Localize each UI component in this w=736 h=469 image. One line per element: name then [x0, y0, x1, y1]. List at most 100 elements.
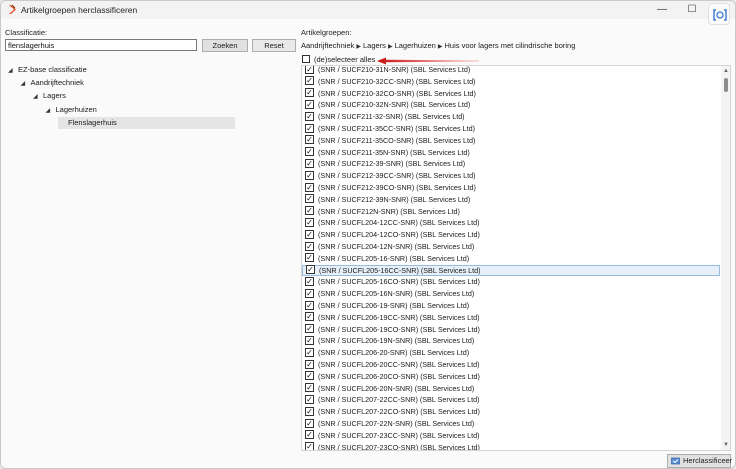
classificatie-search-input[interactable]: [5, 39, 197, 51]
checkbox-icon[interactable]: ✓: [305, 324, 314, 334]
list-item[interactable]: ✓ (SNR / SUCFL206-20CC-SNR) (SBL Services…: [302, 359, 720, 371]
checkbox-icon[interactable]: ✓: [305, 135, 314, 145]
artikelgroepen-list[interactable]: ✓ (SNR / SUCF210-31N-SNR) (SBL Services L…: [301, 65, 731, 451]
list-item[interactable]: ✓ (SNR / SUCFL205-16-SNR) (SBL Services L…: [302, 253, 720, 265]
list-item[interactable]: ✓ (SNR / SUCFL206-19-SNR) (SBL Services L…: [302, 300, 720, 312]
checkbox-icon[interactable]: ✓: [305, 147, 314, 157]
checkbox-icon[interactable]: ✓: [305, 229, 314, 239]
checkbox-icon[interactable]: ✓: [305, 371, 314, 381]
list-item[interactable]: ✓ (SNR / SUCF212-39N-SNR) (SBL Services L…: [302, 194, 720, 206]
checkbox-icon[interactable]: ✓: [305, 418, 314, 428]
checkbox-icon[interactable]: ✓: [305, 182, 314, 192]
list-item[interactable]: ✓ (SNR / SUCFL207-22CC-SNR) (SBL Services…: [302, 394, 720, 406]
tree-node[interactable]: ◢ Aandrijftechniek: [21, 77, 84, 89]
checkbox-icon[interactable]: ✓: [305, 442, 314, 450]
checkbox-icon[interactable]: ✓: [305, 430, 314, 440]
list-item-label: (SNR / SUCF212-39CO-SNR) (SBL Services L…: [318, 182, 476, 192]
checkbox-icon[interactable]: ✓: [305, 158, 314, 168]
checkbox-icon[interactable]: ✓: [305, 312, 314, 322]
checkbox-icon[interactable]: ✓: [305, 406, 314, 416]
dialog-content: Classificatie: Zoeken Reset ◢EZ-base cla…: [1, 19, 735, 468]
list-item-label: (SNR / SUCFL205-16N-SNR) (SBL Services L…: [318, 289, 475, 299]
list-item[interactable]: ✓ (SNR / SUCFL206-20CO-SNR) (SBL Services…: [302, 371, 720, 383]
list-item-label: (SNR / SUCF210-32CO-SNR) (SBL Services L…: [318, 88, 476, 98]
breadcrumb-item[interactable]: Lagers: [363, 41, 386, 50]
checkbox-icon[interactable]: ✓: [305, 253, 314, 263]
checkbox-icon[interactable]: ✓: [305, 394, 314, 404]
scroll-thumb[interactable]: [724, 78, 728, 92]
tree-expand-arrow-icon[interactable]: ◢: [46, 105, 56, 117]
list-item-label: (SNR / SUCFL204-12CO-SNR) (SBL Services …: [318, 230, 480, 240]
extension-icon[interactable]: [708, 3, 730, 25]
checkbox-icon[interactable]: ✓: [305, 194, 314, 204]
vertical-scrollbar[interactable]: ▲ ▼: [721, 66, 730, 450]
list-item[interactable]: ✓ (SNR / SUCF210-31N-SNR) (SBL Services L…: [302, 66, 720, 76]
list-item[interactable]: ✓ (SNR / SUCF210-32CO-SNR) (SBL Services …: [302, 88, 720, 100]
herclassificeer-button[interactable]: Herclassificeer: [667, 454, 732, 468]
select-all-label: (de)selecteer alles: [314, 55, 376, 64]
list-item[interactable]: ✓ (SNR / SUCFL206-19CO-SNR) (SBL Services…: [302, 324, 720, 336]
checkbox-icon[interactable]: ✓: [305, 111, 314, 121]
tree-expand-arrow-icon[interactable]: ◢: [33, 91, 43, 103]
select-all-row[interactable]: (de)selecteer alles: [302, 55, 375, 65]
list-item[interactable]: ✓ (SNR / SUCF212-39CO-SNR) (SBL Services …: [302, 182, 720, 194]
list-item[interactable]: ✓ (SNR / SUCFL205-16CC-SNR) (SBL Services…: [302, 264, 720, 277]
list-item[interactable]: ✓ (SNR / SUCF212N-SNR) (SBL Services Ltd): [302, 206, 720, 218]
checkbox-icon[interactable]: ✓: [305, 288, 314, 298]
breadcrumb-item[interactable]: Aandrijftechniek: [301, 41, 354, 50]
zoeken-button[interactable]: Zoeken: [202, 39, 248, 52]
checkbox-icon[interactable]: ✓: [305, 217, 314, 227]
checkbox-icon[interactable]: ✓: [305, 170, 314, 180]
tree-node[interactable]: ◢ Lagers: [33, 90, 66, 102]
checkbox-icon[interactable]: ✓: [305, 66, 314, 74]
list-item[interactable]: ✓ (SNR / SUCFL207-23CC-SNR) (SBL Services…: [302, 430, 720, 442]
checkbox-icon[interactable]: ✓: [305, 241, 314, 251]
list-item[interactable]: ✓ (SNR / SUCFL205-16N-SNR) (SBL Services …: [302, 288, 720, 300]
list-item[interactable]: ✓ (SNR / SUCFL204-12CO-SNR) (SBL Services…: [302, 229, 720, 241]
checkbox-icon[interactable]: ✓: [305, 76, 314, 86]
list-item[interactable]: ✓ (SNR / SUCFL206-19CC-SNR) (SBL Services…: [302, 312, 720, 324]
red-arrow-annotation: [377, 57, 479, 65]
list-item[interactable]: ✓ (SNR / SUCF211-35N-SNR) (SBL Services L…: [302, 147, 720, 159]
checkbox-icon[interactable]: ✓: [305, 88, 314, 98]
list-item[interactable]: ✓ (SNR / SUCFL207-22CO-SNR) (SBL Services…: [302, 406, 720, 418]
list-item[interactable]: ✓ (SNR / SUCF211-35CC-SNR) (SBL Services …: [302, 123, 720, 135]
scroll-up-icon[interactable]: ▲: [721, 66, 730, 76]
list-item[interactable]: ✓ (SNR / SUCFL205-16CO-SNR) (SBL Services…: [302, 276, 720, 288]
list-item[interactable]: ✓ (SNR / SUCF212-39CC-SNR) (SBL Services …: [302, 170, 720, 182]
list-item[interactable]: ✓ (SNR / SUCFL207-22N-SNR) (SBL Services …: [302, 418, 720, 430]
tree-node[interactable]: ◢ Lagerhuizen: [46, 104, 97, 116]
checkbox-icon[interactable]: ✓: [305, 276, 314, 286]
list-item[interactable]: ✓ (SNR / SUCF211-35CO-SNR) (SBL Services …: [302, 135, 720, 147]
list-item[interactable]: ✓ (SNR / SUCFL204-12CC-SNR) (SBL Services…: [302, 217, 720, 229]
list-item[interactable]: ✓ (SNR / SUCF210-32N-SNR) (SBL Services L…: [302, 99, 720, 111]
breadcrumb-item[interactable]: Lagerhuizen: [395, 41, 436, 50]
checkbox-icon[interactable]: ✓: [305, 347, 314, 357]
checkbox-icon[interactable]: ✓: [305, 206, 314, 216]
checkbox-icon[interactable]: ✓: [306, 265, 315, 275]
list-item[interactable]: ✓ (SNR / SUCF212-39-SNR) (SBL Services Lt…: [302, 158, 720, 170]
list-item[interactable]: ✓ (SNR / SUCFL206-20N-SNR) (SBL Services …: [302, 383, 720, 395]
checkbox-icon[interactable]: ✓: [305, 383, 314, 393]
reset-button[interactable]: Reset: [252, 39, 296, 52]
select-all-checkbox[interactable]: [302, 55, 310, 64]
list-item[interactable]: ✓ (SNR / SUCFL206-20-SNR) (SBL Services L…: [302, 347, 720, 359]
scroll-down-icon[interactable]: ▼: [721, 440, 730, 450]
tree-node[interactable]: ◢ EZ-base classificatie: [8, 64, 87, 76]
list-item[interactable]: ✓ (SNR / SUCFL204-12N-SNR) (SBL Services …: [302, 241, 720, 253]
list-item[interactable]: ✓ (SNR / SUCFL207-23CO-SNR) (SBL Services…: [302, 442, 720, 450]
tree-expand-arrow-icon[interactable]: ◢: [21, 78, 31, 90]
list-item[interactable]: ✓ (SNR / SUCF210-32CC-SNR) (SBL Services …: [302, 76, 720, 88]
checkbox-icon[interactable]: ✓: [305, 123, 314, 133]
list-item[interactable]: ✓ (SNR / SUCF211-32-SNR) (SBL Services Lt…: [302, 111, 720, 123]
tree-node[interactable]: Flenslagerhuis: [58, 116, 235, 129]
breadcrumb-item[interactable]: Huis voor lagers met cilindrische boring: [444, 41, 575, 50]
checkbox-icon[interactable]: ✓: [305, 335, 314, 345]
checkbox-icon[interactable]: ✓: [305, 99, 314, 109]
minimize-icon[interactable]: —: [649, 3, 675, 17]
maximize-icon[interactable]: ☐: [679, 3, 705, 17]
checkbox-icon[interactable]: ✓: [305, 300, 314, 310]
tree-expand-arrow-icon[interactable]: ◢: [8, 65, 18, 77]
list-item[interactable]: ✓ (SNR / SUCFL206-19N-SNR) (SBL Services …: [302, 335, 720, 347]
checkbox-icon[interactable]: ✓: [305, 359, 314, 369]
